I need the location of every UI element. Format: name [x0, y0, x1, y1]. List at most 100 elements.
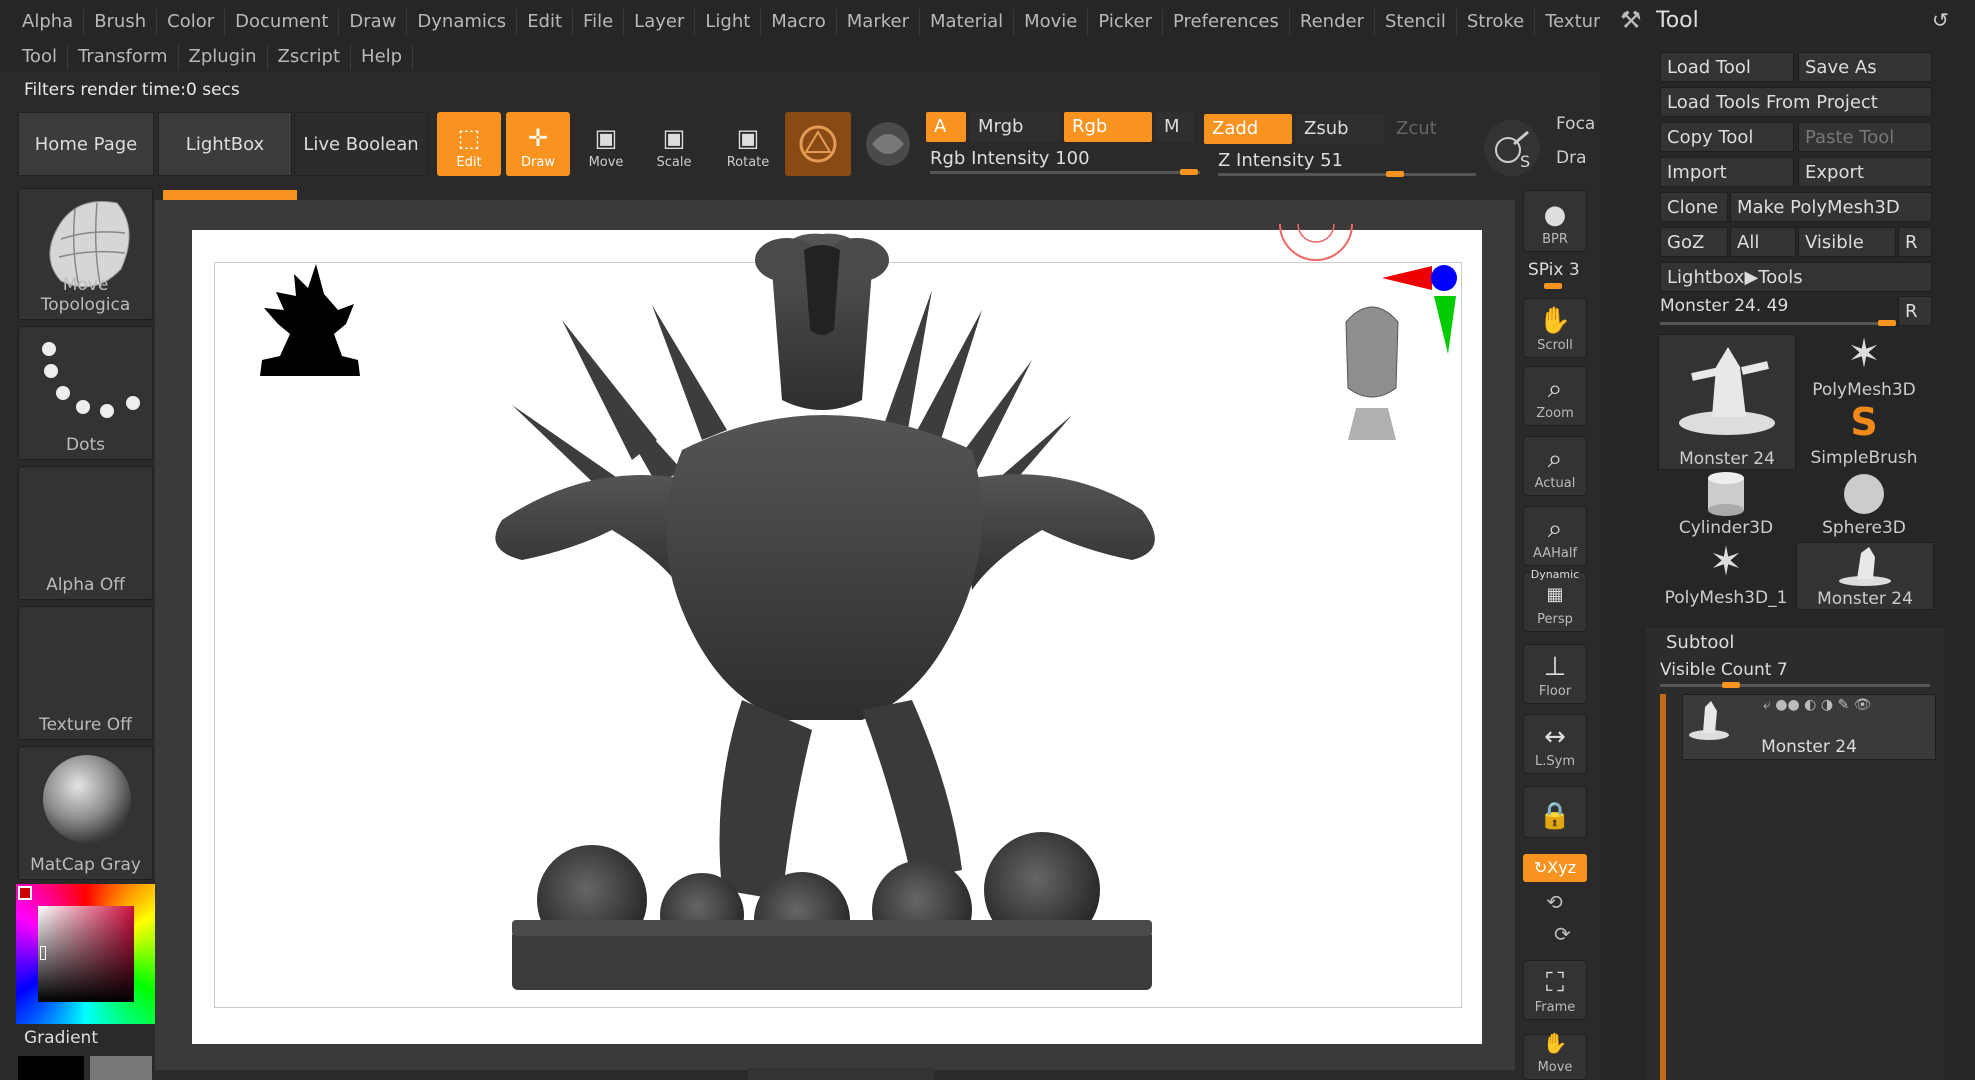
menu-material[interactable]: Material [920, 9, 1015, 35]
draw-size-label[interactable]: Dra [1556, 148, 1587, 168]
secondary-color-swatch[interactable] [90, 1056, 152, 1080]
subtool-title[interactable]: Subtool [1666, 632, 1734, 653]
rotate-mode-button[interactable]: ▣ Rotate [716, 112, 780, 176]
copy-tool-button[interactable]: Copy Tool [1660, 122, 1794, 152]
menu-zscript[interactable]: Zscript [268, 44, 352, 70]
load-tool-button[interactable]: Load Tool [1660, 52, 1794, 82]
menu-stencil[interactable]: Stencil [1375, 9, 1457, 35]
menu-file[interactable]: File [573, 9, 625, 35]
move-mode-button[interactable]: ▣ Move [574, 112, 638, 176]
scroll-button[interactable]: ✋ Scroll [1523, 298, 1587, 358]
subtool-item[interactable]: ⤶ ●● ◐ ◑ ✎ 👁 Monster 24 [1682, 694, 1936, 760]
tool-thumb-polymesh3d-1[interactable]: ✶ PolyMesh3D_1 [1658, 542, 1794, 608]
palette-title[interactable]: Tool [1656, 8, 1699, 33]
tool-thumb-sphere3d[interactable]: Sphere3D [1796, 472, 1932, 538]
brush-size-button[interactable]: S [1484, 120, 1540, 176]
xyz-rotation-toggle[interactable]: ↻Xyz [1523, 854, 1587, 882]
focal-shift-label[interactable]: Foca [1556, 114, 1595, 134]
zcut-toggle[interactable]: Zcut [1388, 114, 1468, 144]
menu-zplugin[interactable]: Zplugin [179, 44, 268, 70]
menu-preferences[interactable]: Preferences [1163, 9, 1290, 35]
lightbox-button[interactable]: LightBox [158, 112, 292, 176]
spix-slider[interactable]: SPix 3 [1528, 260, 1580, 280]
draw-mode-button[interactable]: ✛ Draw [506, 112, 570, 176]
menu-picker[interactable]: Picker [1088, 9, 1164, 35]
axis-gizmo-icon[interactable] [1378, 260, 1458, 360]
persp-button[interactable]: Dynamic ▦ Persp [1523, 568, 1587, 632]
make-polymesh3d-button[interactable]: Make PolyMesh3D [1730, 192, 1932, 222]
bpr-button[interactable]: ● BPR [1523, 190, 1587, 252]
menu-document[interactable]: Document [225, 9, 340, 35]
move-view-button[interactable]: ✋ Move [1523, 1031, 1587, 1080]
tool-r-button[interactable]: R [1898, 296, 1932, 326]
zadd-toggle[interactable]: Zadd [1204, 114, 1292, 144]
color-picker[interactable] [16, 884, 156, 1024]
saturation-square[interactable] [38, 906, 134, 1002]
visible-count-knob[interactable] [1722, 682, 1740, 688]
z-intensity-slider[interactable]: Z Intensity 51 [1218, 150, 1478, 172]
tool-thumb-monster[interactable]: Monster 24 [1658, 334, 1796, 470]
frame-button[interactable]: ⛶ Frame [1523, 960, 1587, 1020]
subtool-visibility-icons[interactable]: ⤶ ●● ◐ ◑ ✎ 👁 [1763, 697, 1871, 713]
reset-icon[interactable]: ↺ [1932, 8, 1949, 32]
mrgb-toggle[interactable]: Mrgb [970, 112, 1060, 142]
bottom-shelf-handle[interactable] [748, 1068, 934, 1080]
texture-selector[interactable]: Texture Off [18, 606, 153, 740]
m-toggle[interactable]: M [1156, 112, 1194, 142]
menu-edit[interactable]: Edit [517, 9, 574, 35]
menu-marker[interactable]: Marker [837, 9, 920, 35]
subtool-scrollbar[interactable] [1660, 694, 1666, 1080]
menu-render[interactable]: Render [1290, 9, 1375, 35]
live-boolean-button[interactable]: Live Boolean [294, 112, 428, 176]
export-button[interactable]: Export [1798, 157, 1932, 187]
menu-macro[interactable]: Macro [761, 9, 837, 35]
goz-button[interactable]: GoZ [1660, 227, 1728, 257]
zsub-toggle[interactable]: Zsub [1296, 114, 1384, 144]
goz-r-button[interactable]: R [1898, 227, 1932, 257]
import-button[interactable]: Import [1660, 157, 1794, 187]
goz-visible-button[interactable]: Visible [1798, 227, 1896, 257]
load-tools-from-project-button[interactable]: Load Tools From Project [1660, 87, 1932, 117]
alpha-selector[interactable]: Alpha Off [18, 466, 153, 600]
floor-button[interactable]: ⊥ Floor [1523, 644, 1587, 704]
scale-mode-button[interactable]: ▣ Scale [642, 112, 706, 176]
rgb-intensity-slider[interactable]: Rgb Intensity 100 [930, 148, 1200, 170]
menu-brush[interactable]: Brush [84, 9, 158, 35]
rotate-z-icon[interactable]: ⟳ [1554, 922, 1571, 946]
menu-draw[interactable]: Draw [339, 9, 408, 35]
rotate-y-icon[interactable]: ⟲ [1546, 890, 1563, 914]
menu-light[interactable]: Light [695, 9, 762, 35]
menu-help[interactable]: Help [351, 44, 414, 70]
z-intensity-knob[interactable] [1386, 171, 1404, 177]
rgb-intensity-knob[interactable] [1180, 169, 1198, 175]
edit-mode-button[interactable]: ⬚ Edit [437, 112, 501, 176]
spix-knob[interactable] [1544, 283, 1562, 289]
color-cursor[interactable] [40, 946, 46, 960]
material-sphere-button[interactable] [785, 112, 851, 176]
stroke-selector[interactable]: Dots [18, 326, 153, 460]
tool-thumb-monster-2[interactable]: Monster 24 [1796, 542, 1934, 610]
lock-button[interactable]: 🔒 [1523, 786, 1587, 838]
current-tool-knob[interactable] [1878, 320, 1896, 326]
goz-all-button[interactable]: All [1730, 227, 1796, 257]
visible-count-slider[interactable]: Visible Count 7 [1660, 660, 1788, 680]
rgb-toggle[interactable]: Rgb [1064, 112, 1152, 142]
menu-stroke[interactable]: Stroke [1457, 9, 1536, 35]
menu-tool[interactable]: Tool [12, 44, 68, 70]
actual-button[interactable]: ⌕ Actual [1523, 436, 1587, 496]
tool-thumb-simplebrush[interactable]: S SimpleBrush [1796, 402, 1932, 468]
material-selector[interactable]: MatCap Gray [18, 746, 153, 880]
lightbox-tools-button[interactable]: Lightbox▶Tools [1660, 262, 1932, 292]
menu-alpha[interactable]: Alpha [12, 9, 85, 35]
menu-movie[interactable]: Movie [1014, 9, 1089, 35]
menu-dynamics[interactable]: Dynamics [407, 9, 518, 35]
brush-selector[interactable]: Move Topologica [18, 188, 153, 320]
aahalf-button[interactable]: ⌕ AAHalf [1523, 506, 1587, 566]
menu-layer[interactable]: Layer [624, 9, 696, 35]
a-toggle[interactable]: A [926, 112, 966, 142]
primary-color-swatch[interactable] [18, 1056, 84, 1080]
menu-color[interactable]: Color [157, 9, 226, 35]
save-as-button[interactable]: Save As [1798, 52, 1932, 82]
clone-button[interactable]: Clone [1660, 192, 1728, 222]
home-page-button[interactable]: Home Page [18, 112, 154, 176]
